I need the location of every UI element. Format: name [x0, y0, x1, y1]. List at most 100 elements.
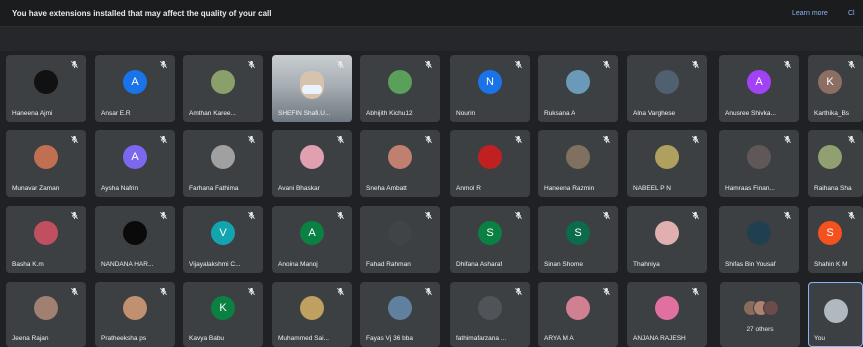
participant-name: Karthika_Bs	[814, 110, 850, 117]
participant-avatar	[655, 144, 679, 169]
mic-muted-icon	[160, 211, 167, 220]
participant-tile[interactable]: Muhammed Sai...	[272, 282, 352, 347]
participant-tile[interactable]: Shifas Bin Yousaf	[719, 206, 799, 273]
participant-tile[interactable]: ANJANA RAJESH	[627, 282, 707, 347]
participant-tile[interactable]: fathimafarzana ...	[450, 282, 530, 347]
participant-tile[interactable]: Abhijith Kichu12	[360, 55, 440, 122]
avatar-initial: K	[826, 75, 834, 88]
participant-tile[interactable]: K Kavya Babu	[183, 282, 263, 347]
mic-muted-icon	[425, 60, 432, 69]
participant-avatar	[34, 69, 58, 94]
mic-muted-icon	[692, 135, 699, 144]
mic-muted-icon	[603, 287, 610, 296]
participant-avatar: S	[818, 220, 842, 245]
participant-name: Ruksana A	[544, 110, 576, 117]
participant-tile[interactable]: V Vijayalakshmi C...	[183, 206, 263, 273]
mic-muted-icon	[248, 211, 255, 220]
self-tile[interactable]: You	[808, 282, 863, 347]
self-avatar	[823, 299, 848, 324]
mic-muted-icon	[337, 211, 344, 220]
participant-avatar	[34, 220, 58, 245]
participant-tile[interactable]: S Dhifana Asharaf	[450, 206, 530, 273]
participant-avatar	[34, 144, 58, 169]
avatar-initial: A	[131, 150, 139, 163]
participant-tile[interactable]: Fahad Rahman	[360, 206, 440, 273]
participant-tile[interactable]: S Sinan Shome	[538, 206, 618, 273]
participant-avatar	[388, 144, 412, 169]
mic-muted-icon	[71, 60, 78, 69]
banner-close-button[interactable]: Cl	[848, 10, 855, 17]
participant-tile[interactable]: NANDANA HAR...	[95, 206, 175, 273]
avatar-initial: S	[574, 226, 582, 239]
mic-muted-icon	[71, 211, 78, 220]
participant-name: ANJANA RAJESH	[633, 335, 686, 342]
participant-name: Alna Varghese	[633, 110, 676, 117]
participant-tile[interactable]: Sneha Ambatt	[360, 130, 440, 197]
mic-muted-icon	[248, 60, 255, 69]
participant-tile[interactable]: Farhana Fathima	[183, 130, 263, 197]
participant-tile[interactable]: Haneena Ajmi	[6, 55, 86, 122]
participant-name: Fahad Rahman	[366, 261, 411, 268]
mic-muted-icon	[848, 211, 855, 220]
avatar-initial: S	[486, 226, 494, 239]
mic-muted-icon	[337, 60, 344, 69]
participant-tile[interactable]: S Shahin K M	[808, 206, 863, 273]
participant-tile[interactable]: A Ansar E.R	[95, 55, 175, 122]
participant-tile[interactable]: Munavar Zaman	[6, 130, 86, 197]
participant-tile[interactable]: Basha K.m	[6, 206, 86, 273]
mic-muted-icon	[425, 211, 432, 220]
participant-name: Haneena Ajmi	[12, 110, 53, 117]
participant-avatar: K	[211, 296, 235, 320]
participant-name: Aysha Nafrin	[101, 185, 139, 192]
participant-name: Ansar E.R	[101, 110, 131, 117]
participant-tile[interactable]: A Aysha Nafrin	[95, 130, 175, 197]
participant-tile[interactable]: NABEEL P N	[627, 130, 707, 197]
participant-tile[interactable]: A Anusree Shivka...	[719, 55, 799, 122]
participant-tile[interactable]: Haneena Razmin	[538, 130, 618, 197]
self-name: You	[814, 335, 825, 342]
participant-tile[interactable]: A Anoina Manoj	[272, 206, 352, 273]
participant-avatar: A	[123, 144, 147, 169]
participant-tile[interactable]: Ruksana A	[538, 55, 618, 122]
participant-tile[interactable]: Hamraas Finan...	[719, 130, 799, 197]
participant-tile[interactable]: N Nourin	[450, 55, 530, 122]
participant-name: Kavya Babu	[189, 335, 225, 342]
participant-tile[interactable]: Pratheeksha ps	[95, 282, 175, 347]
participant-tile[interactable]: SHEFIN Shafi.U...	[272, 55, 352, 122]
participant-tile[interactable]: Avani Bhaskar	[272, 130, 352, 197]
mic-muted-icon	[515, 135, 522, 144]
participant-avatar	[478, 296, 502, 320]
participant-tile[interactable]: K Karthika_Bs	[808, 55, 863, 122]
mic-muted-icon	[784, 60, 791, 69]
mic-muted-icon	[848, 135, 855, 144]
participant-tile[interactable]: Thahniya	[627, 206, 707, 273]
participant-name: Nourin	[456, 110, 476, 117]
participant-tile[interactable]: Amthan Karee...	[183, 55, 263, 122]
participant-avatar: A	[123, 69, 147, 94]
participant-name: Raihana Sha	[814, 185, 852, 192]
mic-muted-icon	[603, 211, 610, 220]
mic-muted-icon	[515, 60, 522, 69]
participant-tile[interactable]: Raihana Sha	[808, 130, 863, 197]
mic-muted-icon	[784, 135, 791, 144]
participant-tile[interactable]: Alna Varghese	[627, 55, 707, 122]
avatar-initial: A	[308, 226, 316, 239]
participant-name: Sinan Shome	[544, 261, 584, 268]
mic-muted-icon	[692, 211, 699, 220]
mic-muted-icon	[515, 287, 522, 296]
participant-avatar	[747, 144, 771, 169]
participant-tile[interactable]: Fayas Vj 36 bba	[360, 282, 440, 347]
participant-tile[interactable]: ARYA M A	[538, 282, 618, 347]
learn-more-link[interactable]: Learn more	[792, 10, 828, 17]
others-tile[interactable]: 27 others	[720, 282, 800, 347]
participant-name: Jeena Rajan	[12, 335, 49, 342]
participant-avatar: A	[747, 69, 771, 94]
mic-muted-icon	[692, 287, 699, 296]
participant-tile[interactable]: Anmol R	[450, 130, 530, 197]
participant-avatar	[388, 220, 412, 245]
participant-tile[interactable]: Jeena Rajan	[6, 282, 86, 347]
participant-avatar	[655, 69, 679, 94]
participant-name: fathimafarzana ...	[456, 335, 507, 342]
participant-avatar: S	[566, 220, 590, 245]
participant-name: Avani Bhaskar	[278, 185, 320, 192]
